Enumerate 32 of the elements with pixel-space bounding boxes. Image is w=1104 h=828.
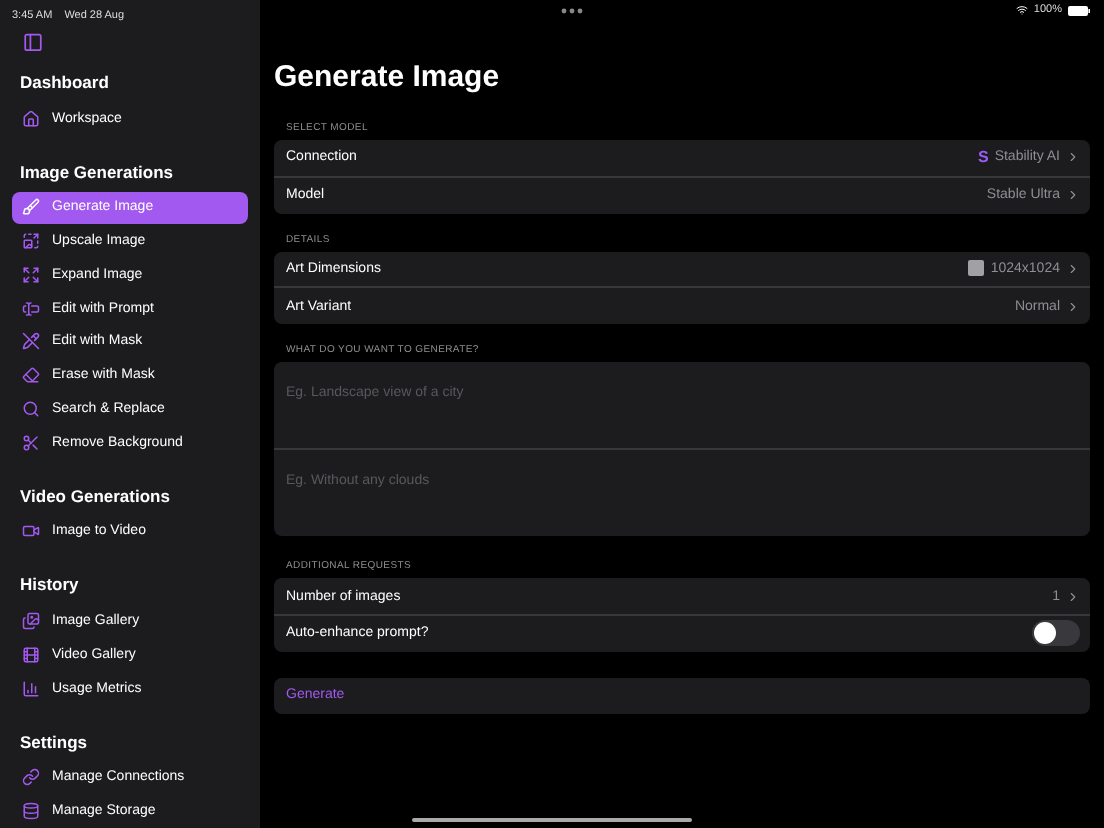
aspect-square-icon (968, 260, 985, 277)
database-icon (22, 802, 40, 821)
search-icon (22, 399, 40, 418)
page-title: Generate Image (274, 60, 502, 94)
section-title: History (20, 574, 81, 595)
chevron-icon (1066, 261, 1080, 276)
bar-chart-icon (22, 679, 40, 698)
section-title: Image Generations (20, 161, 176, 182)
battery-icon (1068, 5, 1090, 15)
eraser-icon (22, 366, 40, 385)
sidebar-toggle-icon[interactable] (22, 32, 44, 54)
section-title: Video Generations (20, 485, 172, 506)
section-title: Settings (20, 731, 90, 752)
toggle-switch[interactable] (1032, 620, 1080, 647)
image-upscale-icon (22, 232, 40, 251)
expand-arrows-icon (22, 265, 40, 284)
section-title: Dashboard (20, 71, 111, 92)
wifi-icon (1015, 4, 1028, 16)
scissors-icon (22, 433, 40, 452)
pencil-icon (22, 332, 40, 351)
chevron-icon (1066, 150, 1080, 165)
brush-icon (22, 198, 40, 217)
chevron-icon (1066, 299, 1080, 314)
text-cursor-icon (22, 299, 40, 318)
video-camera-icon (22, 522, 40, 541)
chevron-icon (1066, 589, 1080, 604)
film-icon (22, 645, 40, 664)
images-icon (22, 612, 40, 631)
logo: S (977, 148, 989, 167)
link-icon (22, 768, 40, 787)
chevron-icon (1066, 188, 1080, 203)
house-icon (22, 109, 40, 128)
